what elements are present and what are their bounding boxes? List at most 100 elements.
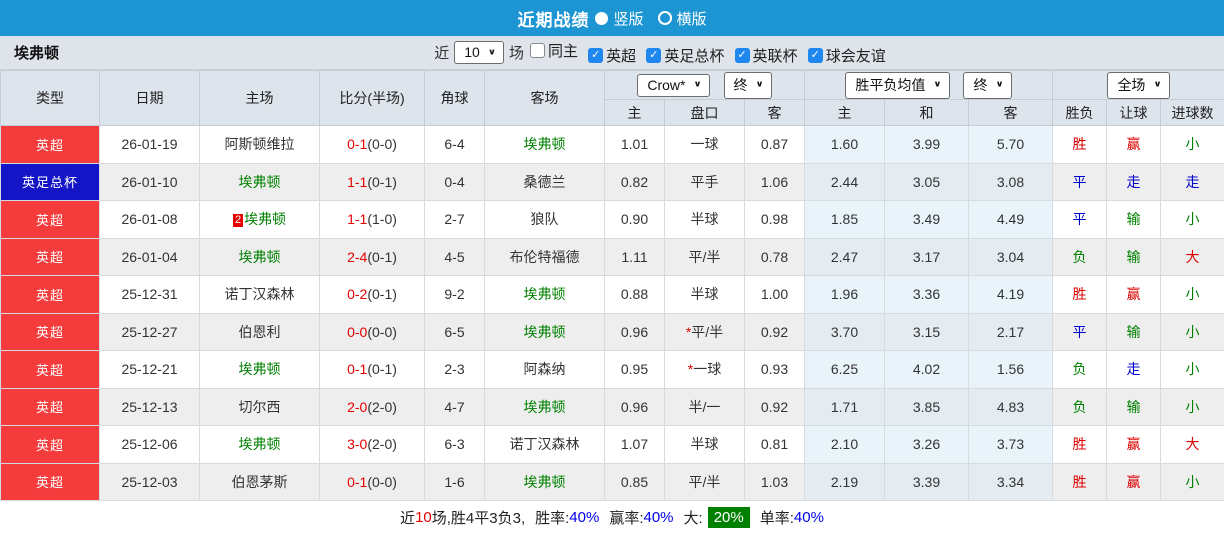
handicap-name: 平/半 xyxy=(691,323,724,340)
summary-count: 10 xyxy=(415,509,432,526)
league-badge: 英超 xyxy=(1,463,99,500)
away-odds-cell: 0.92 xyxy=(744,387,805,426)
handicaprate-value: 40% xyxy=(643,509,674,526)
fulltime-score: 1-1 xyxy=(347,211,368,228)
scope-select-group: 全场 xyxy=(1052,70,1224,100)
match-row: 英超 25-12-21 埃弗顿 0-1(0-1) 2-3 阿森纳 0.95 *一… xyxy=(0,350,1224,389)
match-row: 英超 25-12-13 切尔西 2-0(2-0) 4-7 埃弗顿 0.96 半/… xyxy=(0,387,1224,426)
summary-near: 近 xyxy=(400,510,416,527)
odds-stage-select[interactable]: 终 xyxy=(723,71,772,99)
league-cell: 英超 xyxy=(0,462,100,501)
away-team-name: 埃弗顿 xyxy=(523,323,566,340)
summary-text: 场,胜4平3负3, xyxy=(431,510,526,527)
home-team-cell: 切尔西 xyxy=(199,387,320,426)
avg-select-group: 胜平负均值 终 xyxy=(804,70,1053,100)
filter-checkbox-item[interactable]: 英超 xyxy=(588,45,636,66)
result-cell: 平 xyxy=(1052,162,1107,201)
score-cell: 0-1(0-0) xyxy=(319,125,425,164)
match-row: 英超 26-01-08 2 埃弗顿 1-1(1-0) 2-7 狼队 0.90 半… xyxy=(0,200,1224,239)
match-row: 英超 25-12-27 伯恩利 0-0(0-0) 6-5 埃弗顿 0.96 *平… xyxy=(0,312,1224,351)
checkbox-label[interactable]: 英足总杯 xyxy=(664,45,724,66)
checkbox-label[interactable]: 同主 xyxy=(548,40,578,61)
filter-checkbox-item[interactable]: 球会友谊 xyxy=(807,45,886,66)
match-row: 英超 25-12-06 埃弗顿 3-0(2-0) 6-3 诺丁汉森林 1.07 xyxy=(0,425,1224,464)
away-odds-cell: 1.03 xyxy=(744,462,805,501)
result-value: 负 xyxy=(1072,248,1087,265)
result-cell: 负 xyxy=(1052,387,1107,426)
avg-draw-cell: 3.36 xyxy=(884,275,969,314)
odds-company-select[interactable]: Crow* xyxy=(637,73,710,97)
vertical-layout-label[interactable]: 竖版 xyxy=(613,8,643,29)
col-header-odds-handicap: 盘口 xyxy=(664,99,745,126)
score-cell: 1-1(1-0) xyxy=(319,200,425,239)
filter-checkbox-item[interactable]: 同主 xyxy=(529,40,578,61)
away-team-cell: 狼队 xyxy=(484,200,605,239)
checkbox-label[interactable]: 英联杯 xyxy=(753,45,798,66)
col-header-corner: 角球 xyxy=(424,70,485,126)
recent-count-select[interactable]: 10 xyxy=(454,41,504,64)
handicap-name: 平手 xyxy=(690,173,719,190)
handicaprate-label: 赢率: xyxy=(609,510,644,527)
handicap-name: 一球 xyxy=(693,361,722,378)
away-odds-cell: 1.00 xyxy=(744,275,805,314)
checkbox-icon[interactable] xyxy=(529,42,545,58)
recent-matches-table: 类型 日期 主场 比分(半场) 角球 客场 Crow* 终 胜平负均值 终 全场 xyxy=(0,70,1224,501)
team-name: 埃弗顿 xyxy=(14,45,60,62)
filter-checkbox-item[interactable]: 英联杯 xyxy=(734,45,798,66)
league-cell: 英超 xyxy=(0,350,100,389)
corner-cell: 2-3 xyxy=(424,350,485,389)
home-team-name: 埃弗顿 xyxy=(244,211,287,228)
result-cell: 负 xyxy=(1052,350,1107,389)
handicap-cell: *一球 xyxy=(664,350,745,389)
col-header-goals: 进球数 xyxy=(1160,99,1224,126)
col-header-result: 胜负 xyxy=(1052,99,1107,126)
date-cell: 25-12-13 xyxy=(99,387,200,426)
checkbox-icon[interactable] xyxy=(807,47,823,63)
col-header-away: 客场 xyxy=(484,70,605,126)
halftime-score: (1-0) xyxy=(367,211,397,228)
home-team-name: 埃弗顿 xyxy=(238,436,281,453)
avg-away-cell: 1.56 xyxy=(968,350,1053,389)
goals-cell: 小 xyxy=(1160,350,1224,389)
handicap-result-cell: 输 xyxy=(1106,237,1161,276)
filter-checkbox-item[interactable]: 英足总杯 xyxy=(646,45,724,66)
vertical-layout-radio-icon[interactable] xyxy=(595,11,609,25)
goals-cell: 大 xyxy=(1160,237,1224,276)
horizontal-layout-radio-icon[interactable] xyxy=(657,11,672,25)
avg-type-select[interactable]: 胜平负均值 xyxy=(845,71,950,99)
checkbox-icon[interactable] xyxy=(646,47,662,63)
scope-select[interactable]: 全场 xyxy=(1107,71,1170,99)
col-header-date: 日期 xyxy=(99,70,200,126)
away-team-cell: 桑德兰 xyxy=(484,162,605,201)
singlerate-value: 40% xyxy=(793,509,824,526)
result-value: 负 xyxy=(1072,398,1087,415)
avg-draw-cell: 4.02 xyxy=(884,350,969,389)
avg-draw-cell: 3.99 xyxy=(884,125,969,164)
home-odds-cell: 0.90 xyxy=(604,200,665,239)
handicap-cell: 平/半 xyxy=(664,462,745,501)
result-cell: 平 xyxy=(1052,200,1107,239)
avg-home-cell: 6.25 xyxy=(804,350,885,389)
corner-cell: 4-5 xyxy=(424,237,485,276)
avg-draw-cell: 3.17 xyxy=(884,237,969,276)
handicap-result-value: 走 xyxy=(1126,173,1141,190)
away-team-name: 桑德兰 xyxy=(523,173,566,190)
handicap-result-value: 赢 xyxy=(1126,436,1141,453)
checkbox-icon[interactable] xyxy=(734,47,750,63)
league-cell: 英超 xyxy=(0,387,100,426)
checkbox-icon[interactable] xyxy=(588,47,604,63)
goals-value: 小 xyxy=(1185,136,1200,153)
score-cell: 0-2(0-1) xyxy=(319,275,425,314)
handicap-result-value: 赢 xyxy=(1126,473,1141,490)
col-header-odds-home: 主 xyxy=(604,99,665,126)
halftime-score: (0-1) xyxy=(367,286,397,303)
checkbox-label[interactable]: 英超 xyxy=(606,45,636,66)
home-team-name: 阿斯顿维拉 xyxy=(224,136,295,153)
page-title: 近期战绩 xyxy=(517,10,590,30)
date-cell: 26-01-08 xyxy=(99,200,200,239)
handicap-cell: *平/半 xyxy=(664,312,745,351)
horizontal-layout-label[interactable]: 横版 xyxy=(677,8,707,29)
checkbox-label[interactable]: 球会友谊 xyxy=(826,45,886,66)
home-team-name: 伯恩利 xyxy=(238,323,281,340)
avg-stage-select[interactable]: 终 xyxy=(963,71,1012,99)
